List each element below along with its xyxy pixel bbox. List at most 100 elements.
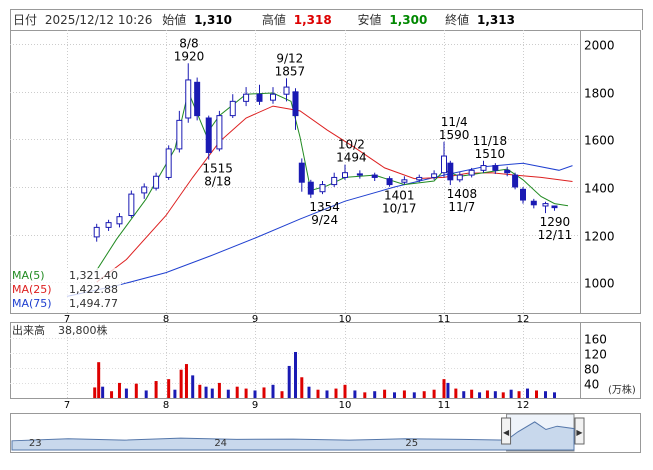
- candle-body: [243, 93, 250, 102]
- legend-value: 1,494.77: [69, 297, 118, 310]
- volume-bar: [179, 369, 183, 398]
- price-x-label: 12: [517, 314, 530, 325]
- volume-bar: [97, 362, 101, 398]
- candle-body: [356, 173, 363, 176]
- price-x-label: 10: [339, 314, 352, 325]
- volume-bar: [526, 388, 529, 398]
- candle-body: [116, 216, 123, 225]
- volume-bar: [93, 387, 97, 398]
- volume-bar: [154, 381, 158, 398]
- volume-bar: [535, 390, 538, 398]
- legend-value: 1,321.40: [69, 269, 118, 282]
- stock-chart-widget: { "header": { "date_label": "日付", "datet…: [0, 0, 653, 470]
- volume-bar: [454, 388, 458, 398]
- candle-body: [194, 81, 201, 117]
- annotation-value: 1857: [275, 64, 306, 78]
- annotation-date: 11/4: [441, 115, 468, 129]
- candle-body: [456, 174, 463, 181]
- candle-body: [530, 200, 537, 206]
- volume-tick-label: 40: [584, 378, 599, 392]
- candle-body: [386, 178, 393, 186]
- candle-body: [401, 179, 408, 183]
- volume-bar: [124, 388, 128, 398]
- volume-tick-label: 120: [584, 348, 607, 362]
- candle-body: [492, 165, 499, 171]
- volume-bar: [307, 386, 311, 398]
- annotation-value: 1920: [174, 49, 205, 63]
- volume-x-label: 8: [163, 400, 169, 411]
- navigator-year-label: 23: [29, 438, 42, 449]
- annotation-value: 1290: [540, 215, 571, 229]
- volume-bar: [412, 392, 416, 398]
- candle-body: [307, 181, 314, 195]
- candle-body: [185, 79, 192, 119]
- candle-body: [504, 169, 511, 174]
- annotation-value: 1510: [475, 147, 506, 161]
- volume-bar: [485, 390, 489, 398]
- volume-bar: [334, 388, 338, 398]
- annotation-value: 1515: [202, 162, 233, 176]
- legend-name: MA(75): [12, 297, 52, 310]
- price-tick-label: 1800: [584, 87, 615, 101]
- annotation-date: 10/17: [382, 202, 417, 216]
- candle-body: [431, 173, 438, 178]
- volume-bar: [134, 383, 138, 398]
- candle-body: [128, 193, 135, 216]
- volume-bar: [325, 390, 329, 398]
- volume-title: 出来高: [12, 323, 45, 337]
- volume-bar: [294, 351, 297, 398]
- candle-body: [205, 117, 212, 153]
- price-x-label: 9: [252, 314, 258, 325]
- annotation-value: 1494: [336, 151, 367, 165]
- volume-bar: [253, 390, 257, 398]
- annotation-value: 1354: [309, 200, 340, 214]
- annotation-date: 10/2: [338, 138, 365, 152]
- price-tick-label: 1400: [584, 182, 615, 196]
- candle-body: [298, 162, 305, 183]
- volume-bar: [184, 364, 188, 398]
- candle-body: [371, 174, 378, 178]
- volume-bar: [204, 386, 208, 398]
- candle-body: [342, 172, 348, 178]
- volume-bar: [235, 386, 239, 398]
- volume-x-label: 7: [64, 400, 70, 411]
- volume-bar: [191, 375, 195, 398]
- volume-bar: [343, 384, 347, 398]
- annotation-date: 9/24: [311, 213, 338, 227]
- volume-x-label: 9: [252, 400, 258, 411]
- price-tick-label: 2000: [584, 39, 615, 53]
- volume-bar: [300, 377, 304, 398]
- volume-bar: [280, 391, 284, 398]
- volume-bar: [493, 391, 497, 398]
- volume-tick-label: 160: [584, 333, 607, 347]
- volume-bar: [509, 389, 513, 398]
- volume-bar: [316, 389, 320, 398]
- candle-body: [105, 222, 112, 228]
- volume-bar: [462, 391, 466, 398]
- candle-body: [153, 175, 160, 189]
- volume-bar: [501, 392, 505, 398]
- volume-bar: [383, 389, 387, 398]
- volume-bar: [446, 382, 450, 398]
- annotation-date: 9/12: [276, 51, 303, 65]
- volume-tick-label: 80: [584, 363, 599, 377]
- volume-bar: [544, 391, 547, 398]
- candle-body: [283, 86, 290, 95]
- legend-value: 1,422.88: [69, 283, 118, 296]
- annotation-value: 1590: [439, 128, 470, 142]
- volume-bar: [244, 388, 248, 398]
- candle-body: [319, 184, 326, 193]
- candle-body: [331, 176, 338, 186]
- candle-body: [447, 162, 454, 181]
- volume-bar: [167, 379, 171, 398]
- legend-name: MA(25): [12, 283, 52, 296]
- navigator-left-handle-glyph: ◀: [503, 428, 510, 437]
- price-tick-label: 1600: [584, 134, 615, 148]
- volume-bar: [363, 392, 367, 398]
- volume-bar: [470, 389, 474, 398]
- price-tick-label: 1000: [584, 277, 615, 291]
- candle-body: [292, 91, 299, 117]
- volume-bar: [271, 384, 275, 398]
- volume-bar: [373, 391, 377, 398]
- price-tick-label: 1200: [584, 230, 615, 244]
